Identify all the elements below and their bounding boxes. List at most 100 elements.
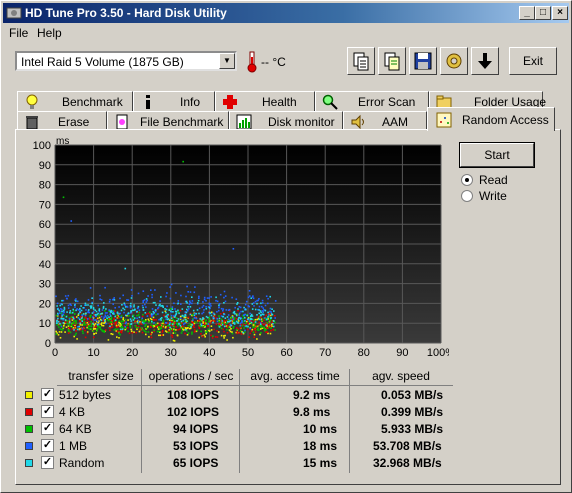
data-point <box>145 331 147 333</box>
tab-benchmark[interactable]: Benchmark <box>17 91 133 111</box>
series-checkbox[interactable]: ✓ <box>41 456 54 469</box>
data-point <box>194 317 196 319</box>
data-point <box>238 312 241 315</box>
menu-help[interactable]: Help <box>37 26 62 40</box>
data-point <box>56 302 59 305</box>
data-point <box>165 308 168 311</box>
data-point <box>137 326 139 329</box>
data-point <box>239 322 242 324</box>
data-point <box>254 331 257 333</box>
data-point <box>270 313 273 315</box>
data-point <box>167 331 170 334</box>
data-point <box>90 307 92 309</box>
tab-disk-monitor[interactable]: Disk monitor <box>229 111 343 131</box>
data-point <box>216 336 219 338</box>
tab-file-benchmark[interactable]: File Benchmark <box>107 111 229 131</box>
data-point <box>223 325 226 328</box>
data-point <box>123 311 125 314</box>
data-point <box>168 325 170 327</box>
start-button[interactable]: Start <box>459 142 535 168</box>
data-point <box>151 320 153 323</box>
data-point <box>244 313 246 316</box>
write-radio-dot[interactable] <box>461 190 473 202</box>
series-checkbox[interactable]: ✓ <box>41 405 54 418</box>
read-radio-dot[interactable] <box>461 174 473 186</box>
data-point <box>177 302 179 305</box>
save-button[interactable] <box>409 47 437 75</box>
data-point <box>251 308 254 310</box>
data-point <box>244 329 246 332</box>
maximize-button[interactable]: □ <box>535 6 551 20</box>
tab-aam[interactable]: AAM <box>343 111 427 131</box>
data-point <box>232 327 234 329</box>
copy-text-button[interactable] <box>347 47 375 75</box>
series-checkbox[interactable]: ✓ <box>41 388 54 401</box>
menu-file[interactable]: File <box>9 26 28 40</box>
data-point <box>130 311 132 313</box>
dropdown-arrow-icon[interactable]: ▼ <box>219 53 235 69</box>
data-point <box>87 304 89 306</box>
data-point <box>117 325 120 328</box>
data-point <box>245 308 247 311</box>
data-point <box>189 313 192 316</box>
data-point <box>264 329 266 332</box>
data-point <box>85 317 88 320</box>
exit-button[interactable]: Exit <box>509 47 557 75</box>
data-point <box>141 317 143 320</box>
download-button[interactable] <box>471 47 499 75</box>
data-point <box>256 338 258 340</box>
title-bar[interactable]: HD Tune Pro 3.50 - Hard Disk Utility _ □… <box>3 3 569 23</box>
data-point <box>112 303 114 305</box>
data-point <box>58 326 60 328</box>
tab-erase[interactable]: Erase <box>17 111 107 131</box>
data-point <box>145 306 147 308</box>
series-checkbox[interactable]: ✓ <box>41 439 54 452</box>
data-point <box>106 317 108 319</box>
data-point <box>155 309 157 311</box>
read-radio[interactable]: Read <box>461 173 551 189</box>
data-point <box>75 332 77 335</box>
data-point <box>232 336 234 339</box>
data-point <box>61 310 63 313</box>
data-point <box>195 317 198 320</box>
data-point <box>186 302 188 304</box>
data-point <box>141 321 144 324</box>
data-point <box>64 331 66 333</box>
data-point <box>94 323 97 325</box>
data-point <box>198 327 201 330</box>
data-point <box>251 296 254 298</box>
data-point <box>244 303 247 306</box>
data-point <box>218 315 220 317</box>
y-tick-label: 90 <box>39 160 51 172</box>
data-point <box>112 313 115 315</box>
data-point <box>92 318 95 321</box>
data-point <box>67 294 70 297</box>
data-point <box>212 321 214 324</box>
close-button[interactable]: × <box>552 6 568 20</box>
data-point <box>269 307 272 310</box>
minimize-button[interactable]: _ <box>519 6 535 20</box>
data-point <box>119 323 122 325</box>
data-point <box>59 312 61 314</box>
data-point <box>74 334 77 336</box>
options-button[interactable] <box>440 47 468 75</box>
data-point <box>172 332 175 334</box>
data-point <box>198 312 200 315</box>
tab-health[interactable]: Health <box>215 91 315 111</box>
data-point <box>191 333 193 335</box>
data-point <box>137 292 140 295</box>
tab-error-scan[interactable]: Error Scan <box>315 91 429 111</box>
data-point <box>264 328 266 330</box>
data-point <box>258 312 260 315</box>
data-point <box>269 320 271 322</box>
write-radio[interactable]: Write <box>461 189 551 205</box>
data-point <box>109 313 111 315</box>
series-checkbox[interactable]: ✓ <box>41 422 54 435</box>
tab-info[interactable]: Info <box>133 91 215 111</box>
copy-info-button[interactable] <box>378 47 406 75</box>
data-point <box>244 331 246 333</box>
data-point <box>212 335 214 337</box>
drive-select[interactable]: Intel Raid 5 Volume (1875 GB) ▼ <box>15 51 237 71</box>
tab-random-access[interactable]: Random Access <box>427 107 555 131</box>
data-point <box>66 311 68 313</box>
